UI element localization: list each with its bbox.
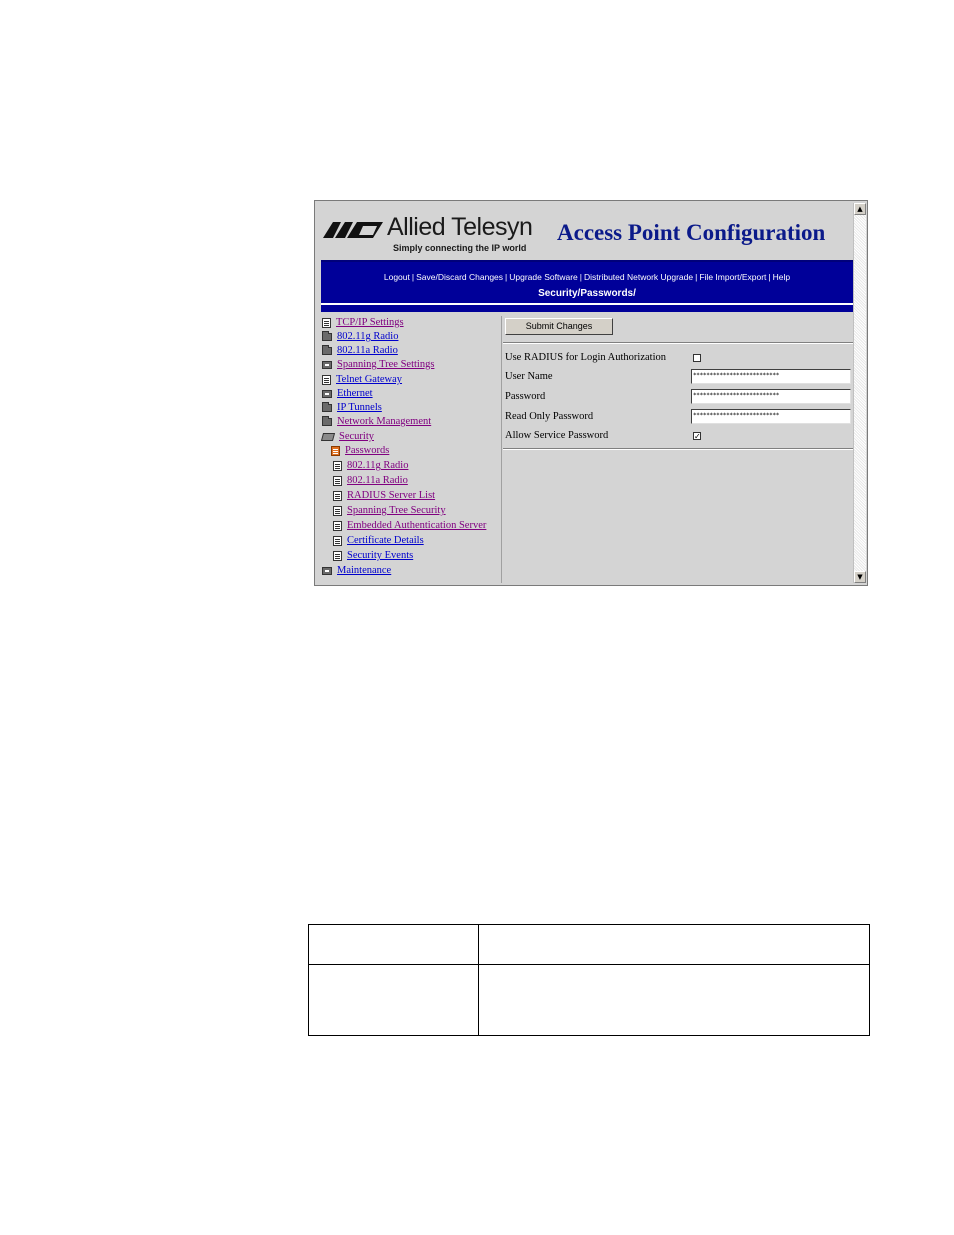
nav-upgrade-software-link[interactable]: Upgrade Software (509, 272, 578, 282)
tree-item-certificate-details[interactable]: Certificate Details (333, 534, 424, 548)
tree-item-embedded-auth-server[interactable]: Embedded Authentication Server (333, 519, 486, 533)
page-icon (333, 535, 342, 546)
tree-item-label[interactable]: Certificate Details (347, 535, 424, 546)
folder-icon (322, 401, 332, 412)
tree-item-80211g-radio[interactable]: 802.11g Radio (322, 330, 398, 344)
tree-item-label[interactable]: IP Tunnels (337, 402, 382, 413)
header-divider (321, 303, 853, 312)
read-only-password-field[interactable]: ************************** (691, 409, 851, 424)
user-name-label: User Name (505, 371, 553, 382)
tree-item-label[interactable]: RADIUS Server List (347, 490, 435, 501)
tree-item-label[interactable]: Security Events (347, 550, 413, 561)
nav-help-link[interactable]: Help (773, 272, 790, 282)
tree-item-tcpip-settings[interactable]: TCP/IP Settings (322, 316, 404, 330)
tree-item-label[interactable]: 802.11g Radio (347, 460, 408, 471)
tree-item-label[interactable]: Spanning Tree Security (347, 505, 446, 516)
password-label: Password (505, 391, 546, 402)
tree-item-label[interactable]: Security (339, 431, 374, 442)
folder-plus-icon (322, 566, 332, 575)
settings-pane: Submit Changes Use RADIUS for Login Auth… (503, 316, 853, 583)
folder-icon (322, 344, 332, 355)
page-icon (333, 475, 342, 486)
page-icon (333, 550, 342, 561)
use-radius-label: Use RADIUS for Login Authorization (505, 352, 666, 363)
tree-item-ip-tunnels[interactable]: IP Tunnels (322, 401, 382, 415)
allow-service-password-label: Allow Service Password (505, 430, 609, 441)
tree-item-radius-server-list[interactable]: RADIUS Server List (333, 489, 435, 503)
tree-item-spanning-tree-security[interactable]: Spanning Tree Security (333, 504, 446, 518)
page-icon (333, 490, 342, 501)
folder-plus-icon (322, 360, 332, 369)
tree-item-80211a-radio[interactable]: 802.11a Radio (322, 344, 398, 358)
tree-item-label[interactable]: Passwords (345, 445, 389, 456)
table-header-divider (309, 964, 869, 965)
table-column-divider (478, 925, 479, 1035)
user-name-field[interactable]: ************************** (691, 369, 851, 384)
read-only-password-label: Read Only Password (505, 411, 594, 422)
tree-item-label[interactable]: TCP/IP Settings (336, 317, 404, 328)
logo-tagline: Simply connecting the IP world (393, 243, 527, 253)
page-icon (322, 317, 331, 328)
tree-item-label[interactable]: Ethernet (337, 388, 373, 399)
tree-item-maintenance[interactable]: Maintenance (322, 564, 391, 578)
folder-open-icon (320, 432, 336, 441)
tree-item-label[interactable]: Spanning Tree Settings (337, 359, 434, 370)
scroll-down-arrow-icon[interactable]: ▼ (854, 571, 866, 583)
page-icon (333, 520, 342, 531)
page-title: Access Point Configuration (557, 220, 826, 245)
folder-icon (322, 330, 332, 341)
tree-item-label[interactable]: 802.11a Radio (337, 345, 398, 356)
folder-plus-icon (322, 389, 332, 398)
tree-item-label[interactable]: 802.11a Radio (347, 475, 408, 486)
tree-item-label[interactable]: 802.11g Radio (337, 331, 398, 342)
page-selected-icon (331, 445, 340, 456)
folder-icon (322, 415, 332, 426)
tree-item-security[interactable]: Security (320, 430, 374, 444)
use-radius-checkbox[interactable] (693, 354, 701, 362)
tree-item-security-events[interactable]: Security Events (333, 549, 413, 563)
navigation-tree: TCP/IP Settings 802.11g Radio 802.11a Ra… (317, 316, 502, 583)
browser-content: Allied Telesyn Simply connecting the IP … (317, 203, 853, 583)
tree-item-label[interactable]: Network Management (337, 416, 431, 427)
nav-file-import-export-link[interactable]: File Import/Export (699, 272, 766, 282)
nav-links: Logout | Save/Discard Changes | Upgrade Soft… (321, 272, 853, 282)
page-icon (322, 374, 331, 385)
nav-save-discard-link[interactable]: Save/Discard Changes (416, 272, 503, 282)
nav-logout-link[interactable]: Logout (384, 272, 410, 282)
tree-item-label[interactable]: Maintenance (337, 565, 391, 576)
screenshot-frame: Allied Telesyn Simply connecting the IP … (314, 200, 868, 586)
allow-service-password-checkbox[interactable]: ✓ (693, 432, 701, 441)
tree-item-passwords[interactable]: Passwords (331, 444, 389, 458)
divider (503, 448, 853, 450)
nav-distributed-upgrade-link[interactable]: Distributed Network Upgrade (584, 272, 693, 282)
tree-item-label[interactable]: Embedded Authentication Server (347, 520, 486, 531)
allied-telesyn-logo-icon (323, 222, 383, 238)
logo-name: Allied Telesyn (387, 213, 533, 241)
tree-item-network-management[interactable]: Network Management (322, 415, 431, 429)
document-table (308, 924, 870, 1036)
divider (503, 342, 853, 344)
scroll-up-arrow-icon[interactable]: ▲ (854, 203, 866, 215)
tree-item-security-80211a-radio[interactable]: 802.11a Radio (333, 474, 408, 488)
page-icon (333, 460, 342, 471)
breadcrumb-bar: Security/Passwords/ (321, 285, 853, 303)
page-icon (333, 505, 342, 516)
password-field[interactable]: ************************** (691, 389, 851, 404)
tree-item-label[interactable]: Telnet Gateway (336, 374, 402, 385)
breadcrumb: Security/Passwords/ (538, 288, 636, 299)
header: Allied Telesyn Simply connecting the IP … (317, 203, 853, 260)
tree-item-spanning-tree-settings[interactable]: Spanning Tree Settings (322, 358, 434, 372)
top-nav-bar: Logout | Save/Discard Changes | Upgrade Soft… (321, 260, 853, 286)
vertical-scrollbar[interactable]: ▲ ▼ (853, 203, 866, 583)
tree-item-ethernet[interactable]: Ethernet (322, 387, 373, 401)
submit-changes-button[interactable]: Submit Changes (505, 318, 613, 335)
tree-item-security-80211g-radio[interactable]: 802.11g Radio (333, 459, 408, 473)
checkmark-icon: ✓ (694, 432, 701, 441)
tree-item-telnet-gateway[interactable]: Telnet Gateway (322, 373, 402, 387)
